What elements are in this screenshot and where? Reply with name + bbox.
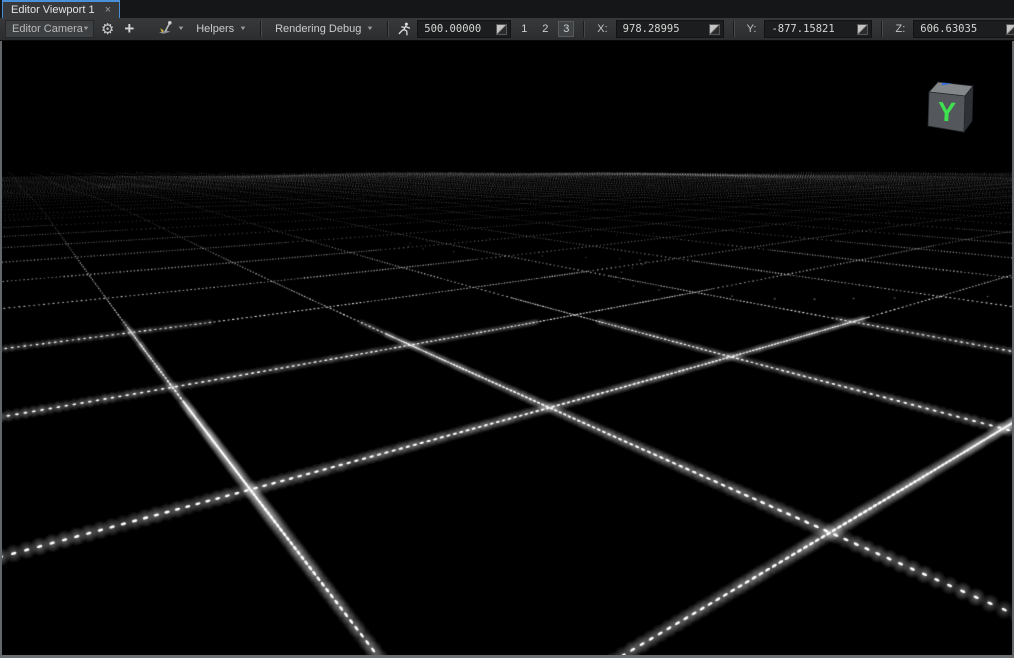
- close-icon[interactable]: ×: [105, 5, 111, 16]
- tab-editor-viewport-1[interactable]: Editor Viewport 1 ×: [2, 0, 120, 18]
- tab-strip: Editor Viewport 1 ×: [0, 0, 1014, 18]
- viewport-3d[interactable]: Z Y: [0, 41, 1014, 658]
- scrub-handle-icon[interactable]: [1006, 24, 1014, 35]
- x-coordinate-field[interactable]: 978.28995: [616, 20, 724, 38]
- camera-speed-field[interactable]: 500.00000: [417, 20, 511, 38]
- z-coordinate-value: 606.63035: [920, 23, 1001, 35]
- chevron-down-icon: ▼: [82, 26, 90, 32]
- view-button-2[interactable]: 2: [537, 21, 553, 37]
- fly-camera-icon: [156, 20, 174, 39]
- toolbar-separator: [881, 21, 882, 37]
- y-coordinate-label: Y:: [747, 23, 757, 35]
- view-button-3[interactable]: 3: [558, 21, 574, 37]
- editor-window: Editor Viewport 1 × Editor Camera ▼ ⚙ +: [0, 0, 1014, 658]
- toolbar-separator: [387, 21, 388, 37]
- toolbar-separator: [733, 21, 734, 37]
- scrub-handle-icon[interactable]: [857, 24, 868, 35]
- scrub-handle-icon[interactable]: [496, 24, 507, 35]
- viewport-canvas[interactable]: [2, 41, 1012, 655]
- x-coordinate-value: 978.28995: [623, 23, 704, 35]
- z-coordinate-label: Z:: [895, 23, 905, 35]
- toolbar-separator: [260, 21, 261, 37]
- axis-cube-gizmo[interactable]: Z Y: [916, 71, 986, 141]
- gizmo-y-label: Y: [937, 97, 957, 128]
- y-coordinate-value: -877.15821: [771, 23, 852, 35]
- x-coordinate-label: X:: [597, 23, 607, 35]
- toolbar-right-group: Helpers ▼ Rendering Debug ▼ 500.00000 1: [191, 19, 1014, 39]
- view-button-1[interactable]: 1: [516, 21, 532, 37]
- viewport-toolbar: Editor Camera ▼ ⚙ + ▼ Helpers: [0, 18, 1014, 41]
- y-coordinate-field[interactable]: -877.15821: [764, 20, 872, 38]
- toolbar-separator: [583, 21, 584, 37]
- add-viewport-button[interactable]: +: [121, 19, 137, 39]
- scrub-handle-icon[interactable]: [709, 24, 720, 35]
- chevron-down-icon: ▼: [177, 26, 185, 32]
- z-coordinate-field[interactable]: 606.63035: [913, 20, 1014, 38]
- camera-select[interactable]: Editor Camera ▼: [5, 20, 94, 38]
- chevron-down-icon: ▼: [239, 26, 247, 32]
- helpers-menu-button[interactable]: Helpers ▼: [191, 19, 251, 39]
- run-icon: [397, 22, 412, 37]
- rendering-debug-menu-button[interactable]: Rendering Debug ▼: [270, 19, 378, 39]
- chevron-down-icon: ▼: [366, 26, 374, 32]
- gizmo-z-label: Z: [940, 75, 953, 88]
- plus-icon: +: [124, 19, 134, 39]
- fly-camera-button[interactable]: ▼: [153, 19, 187, 39]
- tab-label: Editor Viewport 1: [11, 4, 95, 16]
- gear-icon: ⚙: [101, 20, 114, 38]
- camera-select-value: Editor Camera: [12, 23, 83, 35]
- camera-speed-value: 500.00000: [424, 23, 491, 35]
- settings-button[interactable]: ⚙: [98, 19, 117, 39]
